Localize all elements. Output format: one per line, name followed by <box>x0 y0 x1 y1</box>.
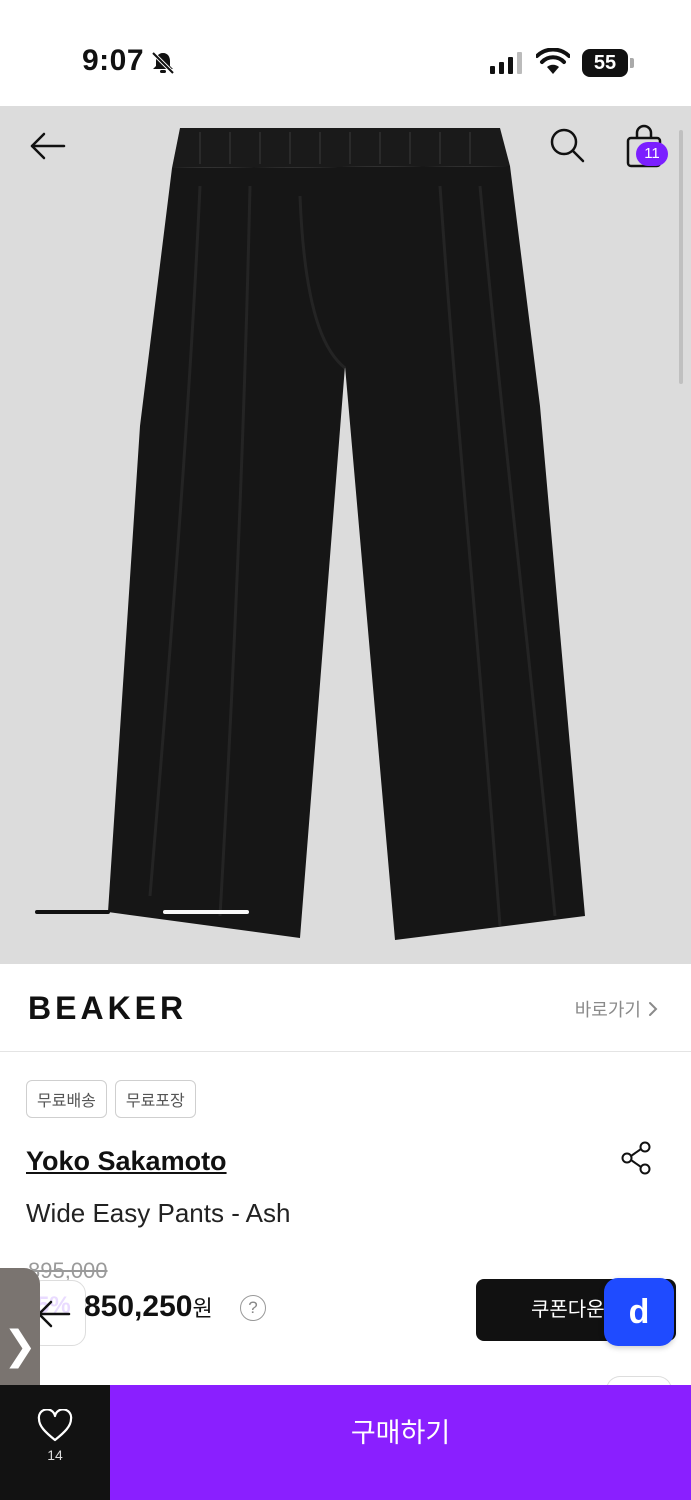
product-image <box>108 128 585 940</box>
tag-free-wrapping: 무료포장 <box>114 1080 196 1118</box>
back-arrow-icon[interactable] <box>28 128 68 164</box>
brand-shortcut-link[interactable]: 바로가기 <box>575 996 659 1022</box>
carousel-pager <box>35 910 249 914</box>
buy-button[interactable]: 구매하기 <box>110 1385 691 1500</box>
wishlist-button[interactable]: 14 <box>0 1385 110 1500</box>
wishlist-count: 14 <box>47 1447 63 1463</box>
scrollbar[interactable] <box>679 130 683 384</box>
benefit-tags: 무료배송 무료포장 <box>26 1080 196 1118</box>
search-icon[interactable] <box>548 126 586 164</box>
heart-icon <box>37 1409 73 1442</box>
bottom-action-bar: 14 구매하기 <box>0 1385 691 1500</box>
silent-bell-icon <box>151 51 175 75</box>
help-icon[interactable]: ? <box>240 1295 266 1321</box>
product-image-carousel[interactable]: 11 <box>0 106 691 964</box>
cart-count-badge: 11 <box>636 142 668 166</box>
currency-unit: 원 <box>192 1296 213 1321</box>
sale-price-value: 850,250 <box>84 1290 193 1323</box>
designer-name-link[interactable]: Yoko Sakamoto <box>26 1146 227 1177</box>
battery-level: 55 <box>582 49 628 77</box>
battery-indicator: 55 <box>582 49 634 77</box>
sale-price: 850,250원 <box>84 1290 213 1324</box>
chevron-right-icon <box>649 1002 658 1016</box>
d-app-badge-icon[interactable]: d <box>604 1278 674 1346</box>
cellular-signal-icon <box>490 52 522 74</box>
tag-free-shipping: 무료배송 <box>26 1080 107 1118</box>
pager-segment-active <box>35 910 110 914</box>
product-name: Wide Easy Pants - Ash <box>26 1198 291 1228</box>
brand-shortcut-label: 바로가기 <box>574 1000 641 1020</box>
wifi-icon <box>536 48 570 74</box>
brand-row: BEAKER 바로가기 <box>0 964 691 1052</box>
brand-logo[interactable]: BEAKER <box>28 990 187 1027</box>
share-icon[interactable] <box>619 1140 655 1176</box>
status-time: 9:07 <box>82 44 145 77</box>
pager-segment <box>163 910 249 914</box>
status-bar: 9:07 55 <box>0 0 691 106</box>
